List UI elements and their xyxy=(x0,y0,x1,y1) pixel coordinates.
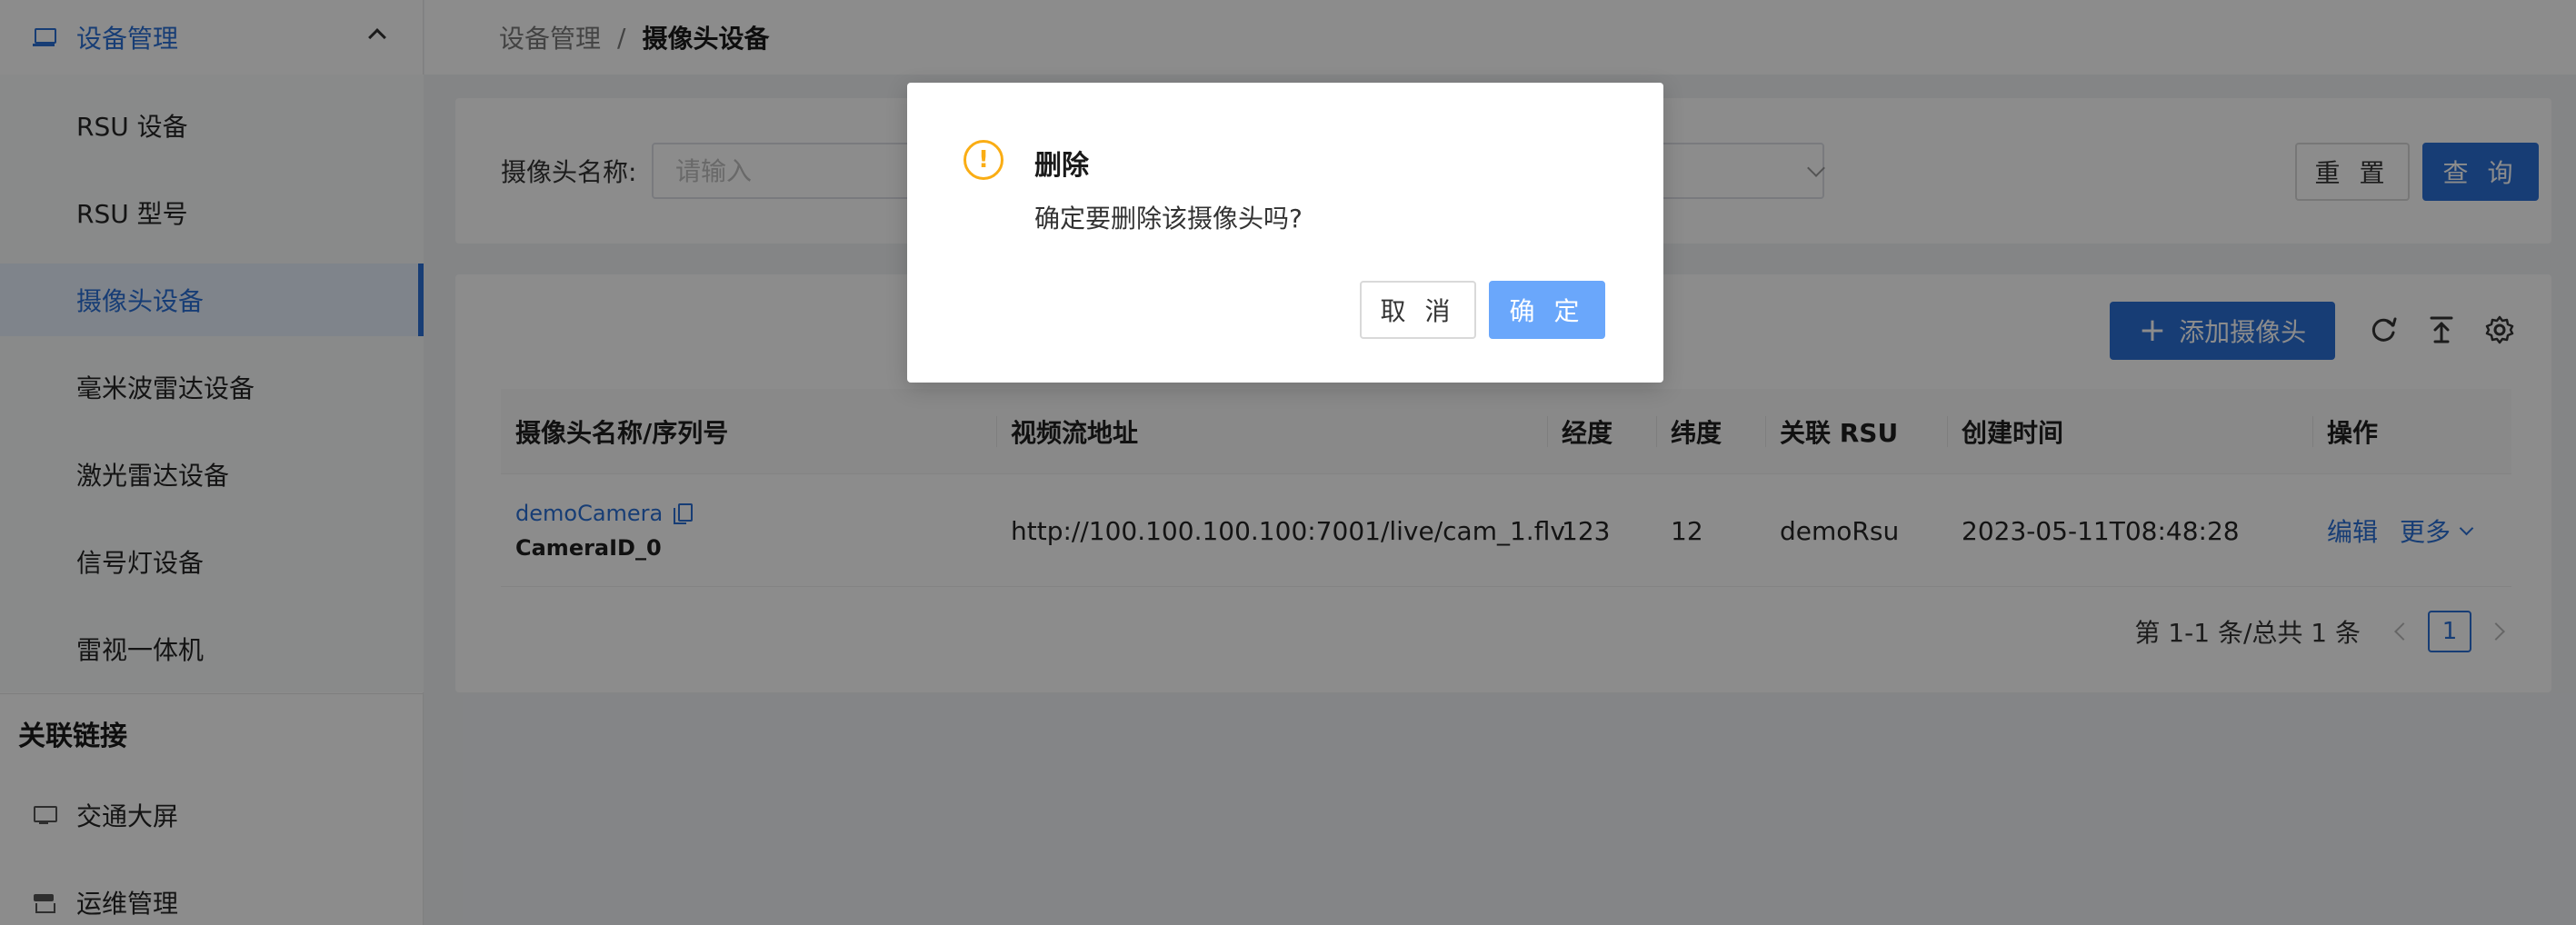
app-root: 设备管理 RSU 设备 RSU 型号 摄像头设备 毫米波雷达设备 激光雷达设备 … xyxy=(0,0,2576,925)
modal-content: 确定要删除该摄像头吗? xyxy=(1034,204,1303,234)
cancel-button[interactable]: 取 消 xyxy=(1360,281,1476,339)
warning-icon: ! xyxy=(964,140,1003,180)
delete-confirm-modal: ! 删除 确定要删除该摄像头吗? 取 消 确 定 xyxy=(907,83,1663,383)
modal-title: 删除 xyxy=(1034,150,1089,182)
confirm-button[interactable]: 确 定 xyxy=(1489,281,1605,339)
